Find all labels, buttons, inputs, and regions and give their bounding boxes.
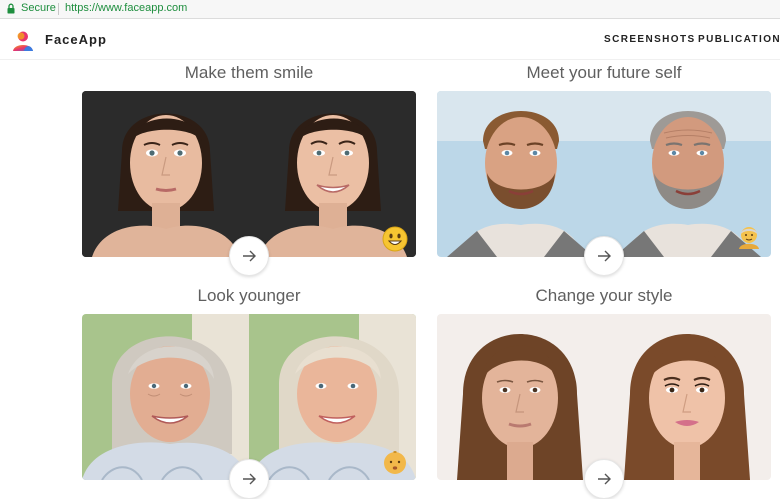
arrow-right-icon xyxy=(598,250,611,262)
before-photo xyxy=(437,314,604,480)
arrow-right-icon xyxy=(598,473,611,485)
browser-address-bar: Secure https://www.faceapp.com xyxy=(0,0,780,19)
feature-title: Make them smile xyxy=(184,63,314,82)
after-photo xyxy=(604,314,771,480)
before-after-photo[interactable] xyxy=(82,314,416,480)
nav-publications[interactable]: PUBLICATIONS xyxy=(698,34,780,45)
before-after-photo[interactable] xyxy=(437,314,771,480)
before-photo xyxy=(82,91,249,257)
feature-card-style: Change your style xyxy=(437,283,771,499)
before-after-photo[interactable] xyxy=(437,91,771,257)
feature-title: Change your style xyxy=(535,286,673,305)
address-divider xyxy=(58,3,59,15)
brand-name[interactable]: FaceApp xyxy=(45,32,107,47)
feature-title: Look younger xyxy=(197,286,301,305)
feature-title: Meet your future self xyxy=(526,63,682,82)
next-arrow-button[interactable] xyxy=(229,459,269,499)
old-man-emoji-icon xyxy=(739,227,759,249)
url-field[interactable]: https://www.faceapp.com xyxy=(65,2,187,14)
lock-icon xyxy=(7,3,15,14)
arrow-right-icon xyxy=(243,250,256,262)
feature-card-younger: Look younger xyxy=(82,283,416,499)
smiling-emoji-icon xyxy=(382,226,408,252)
before-photo xyxy=(437,91,604,257)
feature-card-older: Meet your future self xyxy=(437,60,771,276)
nav-screenshots[interactable]: SCREENSHOTS xyxy=(604,34,696,45)
before-photo xyxy=(82,314,249,480)
next-arrow-button[interactable] xyxy=(229,236,269,276)
next-arrow-button[interactable] xyxy=(584,236,624,276)
before-after-photo[interactable] xyxy=(82,91,416,257)
next-arrow-button[interactable] xyxy=(584,459,624,499)
feature-card-smile: Make them smile xyxy=(82,60,416,276)
secure-label: Secure xyxy=(21,2,56,14)
baby-emoji-icon xyxy=(384,451,406,474)
site-header: FaceApp SCREENSHOTS PUBLICATIONS xyxy=(0,19,780,60)
faceapp-logo-icon[interactable] xyxy=(11,30,35,52)
arrow-right-icon xyxy=(243,473,256,485)
